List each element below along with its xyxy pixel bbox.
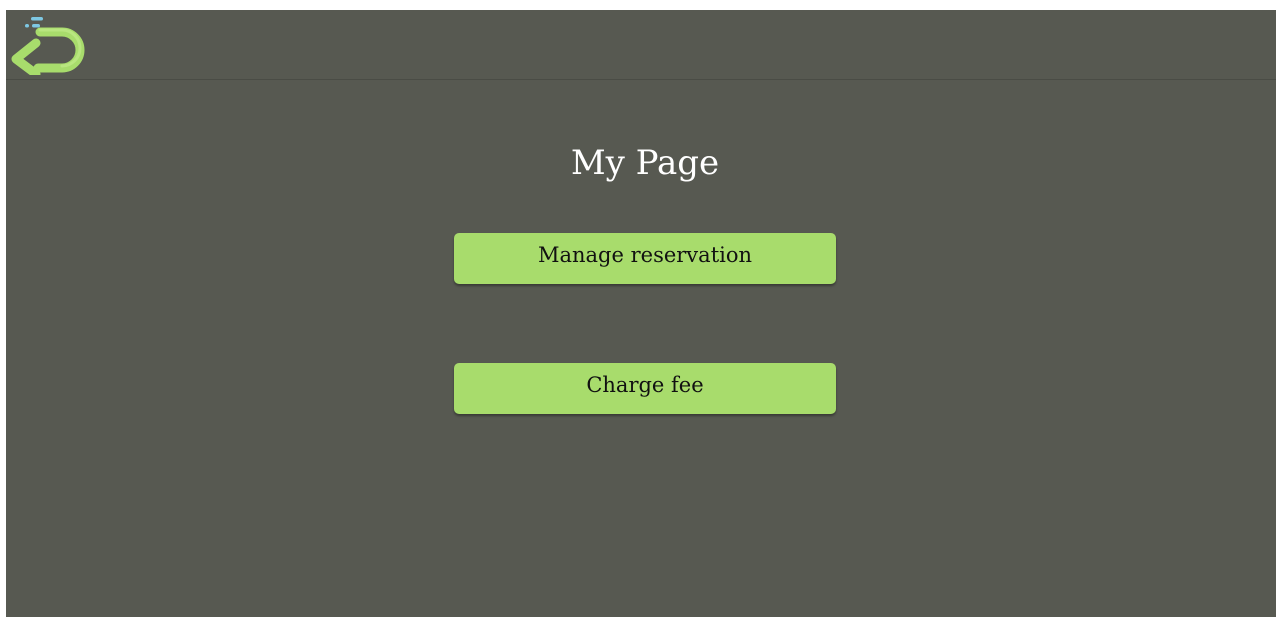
charge-fee-button[interactable]: Charge fee — [454, 363, 836, 414]
app-frame: My Page Manage reservation Charge fee — [6, 10, 1276, 617]
page-title: My Page — [570, 143, 720, 183]
top-bar — [6, 10, 1276, 80]
return-arrow-icon — [11, 17, 85, 75]
manage-reservation-button[interactable]: Manage reservation — [454, 233, 836, 284]
back-button[interactable] — [10, 13, 88, 75]
